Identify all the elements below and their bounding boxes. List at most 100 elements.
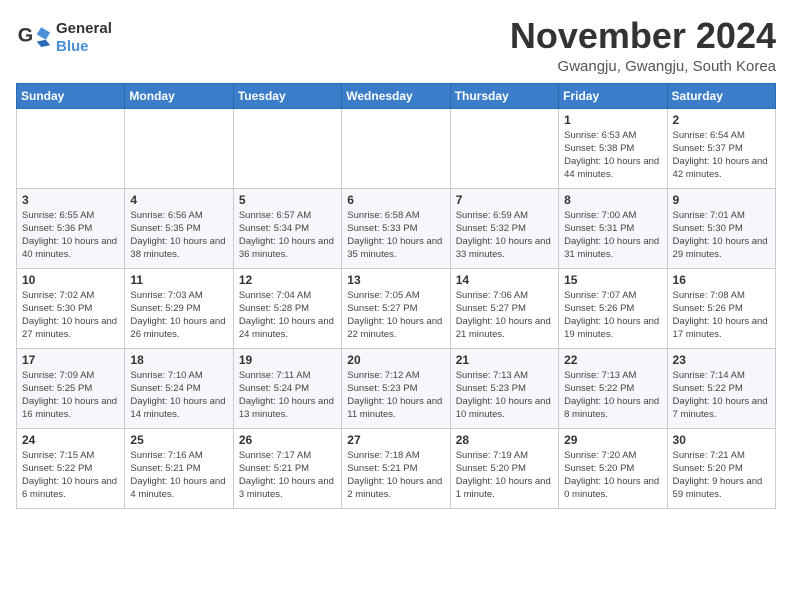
calendar-cell: 7Sunrise: 6:59 AM Sunset: 5:32 PM Daylig… <box>450 188 558 268</box>
day-content: Sunrise: 7:07 AM Sunset: 5:26 PM Dayligh… <box>564 289 661 342</box>
day-number: 16 <box>673 273 770 287</box>
day-content: Sunrise: 6:55 AM Sunset: 5:36 PM Dayligh… <box>22 209 119 262</box>
calendar-week-5: 24 Sunrise: 7:15 AM Sunset: 5:22 PM Dayli… <box>17 428 776 508</box>
day-content: Sunrise: 6:54 AM Sunset: 5:37 PM Dayligh… <box>673 129 770 182</box>
calendar-cell: 29 Sunrise: 7:20 AM Sunset: 5:20 PM Dayli… <box>559 428 667 508</box>
day-number: 25 <box>130 433 227 447</box>
day-content: Sunrise: 7:02 AM Sunset: 5:30 PM Dayligh… <box>22 289 119 342</box>
calendar-cell: 6 Sunrise: 6:58 AM Sunset: 5:33 PM Daylig… <box>342 188 450 268</box>
calendar-cell: 10 Sunrise: 7:02 AM Sunset: 5:30 PM Dayli… <box>17 268 125 348</box>
day-content: Sunrise: 7:09 AM Sunset: 5:25 PM Dayligh… <box>22 369 119 422</box>
day-number: 17 <box>22 353 119 367</box>
day-content: Sunrise: 7:06 AM Sunset: 5:27 PM Dayligh… <box>456 289 553 342</box>
header-saturday: Saturday <box>667 83 775 108</box>
day-number: 14 <box>456 273 553 287</box>
calendar-cell: 30 Sunrise: 7:21 AM Sunset: 5:20 PM Dayli… <box>667 428 775 508</box>
day-number: 23 <box>673 353 770 367</box>
calendar-cell: 23 Sunrise: 7:14 AM Sunset: 5:22 PM Dayli… <box>667 348 775 428</box>
day-content: Sunrise: 7:03 AM Sunset: 5:29 PM Dayligh… <box>130 289 227 342</box>
day-number: 20 <box>347 353 444 367</box>
day-content: Sunrise: 7:13 AM Sunset: 5:22 PM Dayligh… <box>564 369 661 422</box>
calendar-cell: 12Sunrise: 7:04 AM Sunset: 5:28 PM Dayli… <box>233 268 341 348</box>
calendar-cell: 20 Sunrise: 7:12 AM Sunset: 5:23 PM Dayli… <box>342 348 450 428</box>
day-number: 18 <box>130 353 227 367</box>
calendar-table: SundayMondayTuesdayWednesdayThursdayFrid… <box>16 83 776 509</box>
day-content: Sunrise: 7:11 AM Sunset: 5:24 PM Dayligh… <box>239 369 336 422</box>
day-number: 4 <box>130 193 227 207</box>
calendar-header-row: SundayMondayTuesdayWednesdayThursdayFrid… <box>17 83 776 108</box>
day-content: Sunrise: 7:05 AM Sunset: 5:27 PM Dayligh… <box>347 289 444 342</box>
svg-text:G: G <box>18 25 33 47</box>
day-content: Sunrise: 7:15 AM Sunset: 5:22 PM Dayligh… <box>22 449 119 502</box>
day-number: 30 <box>673 433 770 447</box>
calendar-cell: 18Sunrise: 7:10 AM Sunset: 5:24 PM Dayli… <box>125 348 233 428</box>
day-number: 9 <box>673 193 770 207</box>
calendar-week-4: 17 Sunrise: 7:09 AM Sunset: 5:25 PM Dayli… <box>17 348 776 428</box>
day-content: Sunrise: 7:12 AM Sunset: 5:23 PM Dayligh… <box>347 369 444 422</box>
day-number: 10 <box>22 273 119 287</box>
header-sunday: Sunday <box>17 83 125 108</box>
calendar-cell: 25Sunrise: 7:16 AM Sunset: 5:21 PM Dayli… <box>125 428 233 508</box>
day-content: Sunrise: 7:20 AM Sunset: 5:20 PM Dayligh… <box>564 449 661 502</box>
month-title: November 2024 <box>510 16 776 56</box>
calendar-cell: 4Sunrise: 6:56 AM Sunset: 5:35 PM Daylig… <box>125 188 233 268</box>
day-number: 29 <box>564 433 661 447</box>
day-content: Sunrise: 6:58 AM Sunset: 5:33 PM Dayligh… <box>347 209 444 262</box>
calendar-cell: 8 Sunrise: 7:00 AM Sunset: 5:31 PM Daylig… <box>559 188 667 268</box>
calendar-cell: 24 Sunrise: 7:15 AM Sunset: 5:22 PM Dayli… <box>17 428 125 508</box>
day-content: Sunrise: 7:14 AM Sunset: 5:22 PM Dayligh… <box>673 369 770 422</box>
header-tuesday: Tuesday <box>233 83 341 108</box>
day-content: Sunrise: 7:17 AM Sunset: 5:21 PM Dayligh… <box>239 449 336 502</box>
calendar-cell: 28 Sunrise: 7:19 AM Sunset: 5:20 PM Dayli… <box>450 428 558 508</box>
calendar-cell: 16Sunrise: 7:08 AM Sunset: 5:26 PM Dayli… <box>667 268 775 348</box>
calendar-cell <box>17 108 125 188</box>
calendar-cell: 15Sunrise: 7:07 AM Sunset: 5:26 PM Dayli… <box>559 268 667 348</box>
header-thursday: Thursday <box>450 83 558 108</box>
day-number: 13 <box>347 273 444 287</box>
calendar-cell: 27 Sunrise: 7:18 AM Sunset: 5:21 PM Dayli… <box>342 428 450 508</box>
calendar-cell: 17 Sunrise: 7:09 AM Sunset: 5:25 PM Dayli… <box>17 348 125 428</box>
day-content: Sunrise: 7:21 AM Sunset: 5:20 PM Dayligh… <box>673 449 770 502</box>
day-number: 1 <box>564 113 661 127</box>
calendar-cell: 9 Sunrise: 7:01 AM Sunset: 5:30 PM Daylig… <box>667 188 775 268</box>
day-number: 5 <box>239 193 336 207</box>
day-number: 11 <box>130 273 227 287</box>
day-number: 3 <box>22 193 119 207</box>
header-friday: Friday <box>559 83 667 108</box>
day-number: 21 <box>456 353 553 367</box>
day-number: 19 <box>239 353 336 367</box>
day-number: 8 <box>564 193 661 207</box>
calendar-cell <box>125 108 233 188</box>
day-content: Sunrise: 7:18 AM Sunset: 5:21 PM Dayligh… <box>347 449 444 502</box>
calendar-week-2: 3 Sunrise: 6:55 AM Sunset: 5:36 PM Daylig… <box>17 188 776 268</box>
title-block: November 2024 Gwangju, Gwangju, South Ko… <box>510 16 776 75</box>
logo: G General Blue <box>16 20 112 56</box>
location: Gwangju, Gwangju, South Korea <box>510 58 776 75</box>
calendar-cell: 3 Sunrise: 6:55 AM Sunset: 5:36 PM Daylig… <box>17 188 125 268</box>
calendar-cell <box>233 108 341 188</box>
day-content: Sunrise: 6:57 AM Sunset: 5:34 PM Dayligh… <box>239 209 336 262</box>
day-content: Sunrise: 7:19 AM Sunset: 5:20 PM Dayligh… <box>456 449 553 502</box>
header-monday: Monday <box>125 83 233 108</box>
day-content: Sunrise: 6:59 AM Sunset: 5:32 PM Dayligh… <box>456 209 553 262</box>
day-content: Sunrise: 7:00 AM Sunset: 5:31 PM Dayligh… <box>564 209 661 262</box>
day-number: 24 <box>22 433 119 447</box>
day-content: Sunrise: 7:01 AM Sunset: 5:30 PM Dayligh… <box>673 209 770 262</box>
day-number: 28 <box>456 433 553 447</box>
calendar-cell: 26Sunrise: 7:17 AM Sunset: 5:21 PM Dayli… <box>233 428 341 508</box>
calendar-cell <box>342 108 450 188</box>
day-content: Sunrise: 7:04 AM Sunset: 5:28 PM Dayligh… <box>239 289 336 342</box>
day-number: 6 <box>347 193 444 207</box>
calendar-cell: 13 Sunrise: 7:05 AM Sunset: 5:27 PM Dayli… <box>342 268 450 348</box>
calendar-cell: 22Sunrise: 7:13 AM Sunset: 5:22 PM Dayli… <box>559 348 667 428</box>
logo-line1: General <box>56 20 112 38</box>
calendar-cell: 5 Sunrise: 6:57 AM Sunset: 5:34 PM Daylig… <box>233 188 341 268</box>
day-content: Sunrise: 7:13 AM Sunset: 5:23 PM Dayligh… <box>456 369 553 422</box>
day-number: 2 <box>673 113 770 127</box>
calendar-cell: 11 Sunrise: 7:03 AM Sunset: 5:29 PM Dayli… <box>125 268 233 348</box>
day-number: 27 <box>347 433 444 447</box>
calendar-week-3: 10 Sunrise: 7:02 AM Sunset: 5:30 PM Dayli… <box>17 268 776 348</box>
calendar-cell: 1 Sunrise: 6:53 AM Sunset: 5:38 PM Daylig… <box>559 108 667 188</box>
calendar-cell <box>450 108 558 188</box>
day-content: Sunrise: 6:53 AM Sunset: 5:38 PM Dayligh… <box>564 129 661 182</box>
